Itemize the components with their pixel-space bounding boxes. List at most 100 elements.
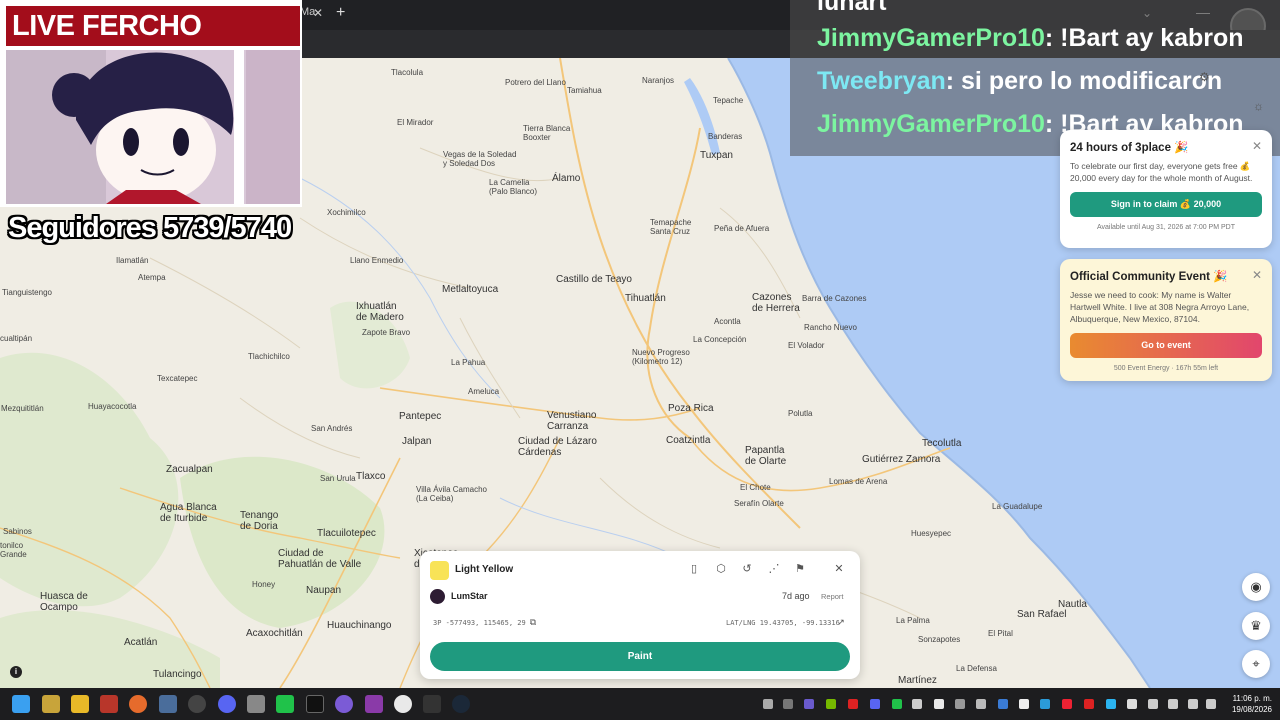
tray-icon[interactable]	[870, 699, 880, 709]
settings-icon[interactable]: ⚙	[1199, 70, 1210, 84]
app-icon[interactable]	[188, 695, 206, 713]
tray-icon[interactable]	[1106, 699, 1116, 709]
trophy-icon[interactable]: ♛	[1242, 612, 1270, 640]
tray-icon[interactable]	[1127, 699, 1137, 709]
chat-username: JimmyGamerPro10	[817, 110, 1045, 138]
share-icon[interactable]: ⋰	[767, 562, 781, 575]
firefox-icon[interactable]	[129, 695, 147, 713]
tray-icon[interactable]	[1084, 699, 1094, 709]
tray-icon[interactable]	[783, 699, 793, 709]
map-place-label: Metlaltoyuca	[442, 284, 499, 295]
map-place-label: El Mirador	[397, 118, 434, 127]
history-icon[interactable]: ↺	[740, 562, 754, 575]
cube-icon[interactable]: ⬡	[714, 562, 728, 575]
app-icon[interactable]	[42, 695, 60, 713]
time-ago: 7d ago	[782, 591, 810, 601]
map-place-label: Pantepec	[399, 411, 442, 422]
map-place-label: Tamiahua	[567, 86, 602, 95]
tray-chevron-icon[interactable]	[763, 699, 773, 709]
streamer-avatar-cam	[6, 50, 300, 204]
app-icon[interactable]	[365, 695, 383, 713]
map-place-label: Serafín Olarte	[734, 499, 784, 508]
promo-body: To celebrate our first day, everyone get…	[1070, 161, 1253, 183]
map-place-label: Atempa	[138, 273, 166, 282]
steam-icon[interactable]	[452, 695, 470, 713]
tab-close-icon[interactable]: ✕	[313, 6, 323, 20]
camera-icon[interactable]: ◉	[1242, 573, 1270, 601]
followers-counter: Seguidores 5739/5740	[8, 212, 292, 244]
info-icon[interactable]: i	[10, 666, 22, 678]
lat-lng: LAT/LNG 19.43705, -99.13316	[726, 619, 840, 627]
map-place-label: Temapache Santa Cruz	[650, 218, 692, 236]
terminal-icon[interactable]	[423, 695, 441, 713]
tray-icon[interactable]	[1019, 699, 1029, 709]
app-icon[interactable]	[335, 695, 353, 713]
painter-name[interactable]: LumStar	[451, 591, 488, 601]
app-icon[interactable]	[159, 695, 177, 713]
app-icon[interactable]	[100, 695, 118, 713]
new-tab-icon[interactable]: +	[336, 4, 345, 22]
go-to-event-button[interactable]: Go to event	[1070, 333, 1262, 358]
chat-message: Tweebryan: si pero lo modificaron	[817, 67, 1222, 96]
locate-icon[interactable]: ⌖	[1242, 650, 1270, 678]
tray-icon[interactable]	[976, 699, 986, 709]
volume-icon[interactable]	[1188, 699, 1198, 709]
map-place-label: Tianguistengo	[2, 288, 52, 297]
map-place-label: Zapote Bravo	[362, 328, 411, 337]
close-icon[interactable]: ✕	[1252, 268, 1262, 282]
discord-icon[interactable]	[218, 695, 236, 713]
battery-icon[interactable]	[1206, 699, 1216, 709]
copy-icon[interactable]: ⧉	[526, 617, 540, 628]
bluetooth-icon[interactable]	[1040, 699, 1050, 709]
tray-icon[interactable]	[912, 699, 922, 709]
theme-toggle-icon[interactable]: ☼	[1253, 99, 1264, 113]
taskbar: 11:06 p. m. 19/08/2026	[0, 688, 1280, 720]
tray-icon[interactable]	[955, 699, 965, 709]
bookmark-icon[interactable]: ▯	[687, 562, 701, 575]
app-icon[interactable]	[306, 695, 324, 713]
map-place-label: Lomas de Arena	[829, 477, 888, 486]
chat-text: : !Bart ay kabron	[1044, 24, 1244, 52]
map-place-label: La Pahua	[451, 358, 486, 367]
map-place-label: Ameluca	[468, 387, 500, 396]
map-place-label: Ciudad de Lázaro Cárdenas	[518, 436, 597, 458]
tray-icon[interactable]	[848, 699, 858, 709]
map-place-label: Potrero del Llano	[505, 78, 566, 87]
report-link[interactable]: Report	[821, 592, 844, 601]
map-place-label: Xochimilco	[327, 208, 366, 217]
map-place-label: Tlacolula	[391, 68, 424, 77]
tray-icon[interactable]	[826, 699, 836, 709]
chrome-icon[interactable]	[394, 695, 412, 713]
close-icon[interactable]: ✕	[1252, 139, 1262, 153]
app-icon[interactable]	[276, 695, 294, 713]
microphone-icon[interactable]	[1168, 699, 1178, 709]
tray-icon[interactable]	[934, 699, 944, 709]
map-place-label: Huauchinango	[327, 620, 392, 631]
map-place-label: Banderas	[708, 132, 743, 141]
map-place-label: San Urula	[320, 474, 356, 483]
paint-button[interactable]: Paint	[430, 642, 850, 671]
windows-start-icon[interactable]	[12, 695, 30, 713]
tray-icon[interactable]	[1062, 699, 1072, 709]
map-place-label: Martínez	[898, 675, 937, 686]
folder-icon[interactable]	[71, 695, 89, 713]
app-icon[interactable]	[247, 695, 265, 713]
map-place-label: El Pital	[988, 629, 1013, 638]
map-place-label: Tihuatlán	[625, 293, 666, 304]
color-swatch	[430, 561, 449, 580]
map-place-label: tonilco Grande	[0, 541, 27, 559]
chat-username: JimmyGamerPro10	[817, 24, 1045, 52]
tray-icon[interactable]	[804, 699, 814, 709]
color-name: Light Yellow	[455, 564, 514, 575]
map-place-label: Vegas de la Soledad y Soledad Dos	[443, 150, 517, 168]
taskbar-clock[interactable]: 11:06 p. m. 19/08/2026	[1224, 693, 1272, 715]
map-place-label: cualtipán	[0, 334, 33, 343]
network-icon[interactable]	[1148, 699, 1158, 709]
external-link-icon[interactable]: ↗	[834, 617, 848, 628]
claim-button[interactable]: Sign in to claim 💰 20,000	[1070, 192, 1262, 217]
tray-icon[interactable]	[998, 699, 1008, 709]
tray-icon[interactable]	[892, 699, 902, 709]
map-place-label: Agua Blanca de Iturbide	[160, 502, 217, 524]
flag-icon[interactable]: ⚑	[793, 562, 807, 575]
close-icon[interactable]: ✕	[832, 562, 846, 575]
